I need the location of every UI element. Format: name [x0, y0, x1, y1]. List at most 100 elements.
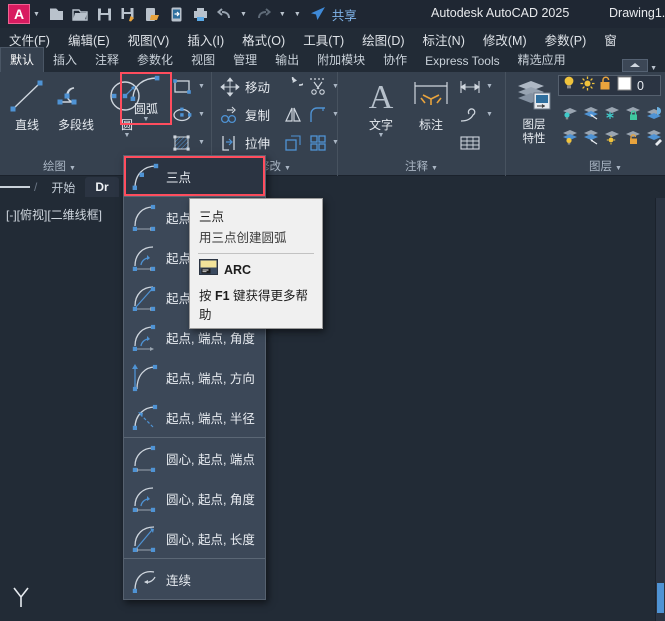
- layer-properties-button[interactable]: 图层 特性: [510, 74, 558, 146]
- text-dropdown-caret-icon[interactable]: ▼: [358, 132, 404, 139]
- layer-panel-title[interactable]: 图层▼: [526, 158, 665, 174]
- stretch-button[interactable]: 拉伸: [216, 130, 272, 155]
- drawing-canvas[interactable]: [-][俯视][二维线框]: [0, 198, 665, 621]
- layer-unlock-all-button[interactable]: [621, 124, 642, 149]
- text-button[interactable]: A 文字 ▼: [358, 74, 404, 139]
- ellipse-dropdown-caret-icon[interactable]: ▼: [198, 111, 205, 118]
- share-label[interactable]: 共享: [332, 5, 357, 24]
- layer-color-swatch[interactable]: [617, 76, 632, 96]
- save-as-icon[interactable]: [118, 3, 140, 25]
- layer-unlock-all-icon: [623, 128, 643, 146]
- polyline-button[interactable]: 多段线: [50, 74, 102, 132]
- tab-insert[interactable]: 插入: [44, 48, 86, 72]
- array-button[interactable]: ▼: [306, 130, 336, 155]
- mirror-button[interactable]: [280, 102, 306, 127]
- minimize-ribbon-caret-icon[interactable]: ▼: [650, 65, 657, 72]
- tab-home[interactable]: 默认: [0, 47, 44, 72]
- canvas-scrollbar[interactable]: [655, 198, 665, 621]
- open-drawing-icon[interactable]: [70, 3, 92, 25]
- menu-dimension[interactable]: 标注(N): [414, 28, 474, 51]
- tab-output[interactable]: 输出: [266, 48, 308, 72]
- dimension-style-caret-icon[interactable]: ▼: [486, 83, 493, 90]
- minimize-ribbon-button[interactable]: [622, 59, 648, 72]
- scale-button[interactable]: [280, 130, 306, 155]
- tab-annotate[interactable]: 注释: [86, 48, 128, 72]
- menu-window[interactable]: 窗: [595, 28, 626, 51]
- layer-freeze-button[interactable]: [600, 100, 621, 125]
- table-button[interactable]: [456, 130, 502, 155]
- file-tab-menu-button[interactable]: [0, 185, 30, 190]
- hatch-button[interactable]: ▼: [168, 130, 210, 155]
- annotation-panel-title[interactable]: 注释▼: [338, 158, 505, 174]
- layer-freeze-icon: [602, 104, 622, 122]
- layer-isolate-button[interactable]: [558, 100, 579, 125]
- file-tab-drawing1[interactable]: Dr: [85, 177, 118, 197]
- layer-on-icon[interactable]: [562, 75, 576, 96]
- fillet-button[interactable]: ▼: [306, 102, 336, 127]
- undo-caret-icon[interactable]: ▼: [240, 11, 247, 18]
- undo-icon[interactable]: [214, 3, 236, 25]
- modify-panel-expand-icon[interactable]: ▼: [284, 165, 291, 172]
- tab-view[interactable]: 视图: [182, 48, 224, 72]
- share-icon[interactable]: [307, 3, 329, 25]
- tab-addins[interactable]: 附加模块: [308, 48, 374, 72]
- dimension-button[interactable]: 标注: [408, 74, 454, 132]
- layer-panel-expand-icon[interactable]: ▼: [615, 165, 622, 172]
- plot-icon[interactable]: [190, 3, 212, 25]
- layer-unlock-icon[interactable]: [599, 76, 612, 96]
- arc-menu-item-center-start-angle[interactable]: 圆心, 起点, 角度: [124, 478, 265, 518]
- canvas-scrollbar-thumb[interactable]: [657, 583, 664, 613]
- hatch-dropdown-caret-icon[interactable]: ▼: [198, 139, 205, 146]
- arc-menu-item-3point[interactable]: 三点: [124, 156, 265, 196]
- line-button[interactable]: 直线: [4, 74, 50, 132]
- layer-off-button[interactable]: [600, 124, 621, 149]
- annotation-panel-expand-icon[interactable]: ▼: [431, 165, 438, 172]
- tab-collaborate[interactable]: 协作: [374, 48, 416, 72]
- tab-express-tools[interactable]: Express Tools: [416, 51, 508, 72]
- application-menu-caret-icon[interactable]: ▼: [33, 11, 40, 18]
- layer-selector[interactable]: 0: [558, 75, 661, 96]
- save-icon[interactable]: [94, 3, 116, 25]
- rotate-button[interactable]: [280, 74, 306, 99]
- tab-parametric[interactable]: 参数化: [128, 48, 182, 72]
- qat-customize-icon[interactable]: ▼: [294, 11, 301, 18]
- redo-caret-icon[interactable]: ▼: [279, 11, 286, 18]
- arc-menu-item-start-end-radius[interactable]: 起点, 端点, 半径: [124, 397, 265, 437]
- tab-manage[interactable]: 管理: [224, 48, 266, 72]
- leader-caret-icon[interactable]: ▼: [486, 111, 493, 118]
- rectangle-button[interactable]: ▼: [168, 74, 210, 99]
- arc-menu-item-continue[interactable]: 连续: [124, 559, 265, 599]
- layer-lock-button[interactable]: [621, 100, 642, 125]
- circle-dropdown-caret-icon[interactable]: ▼: [104, 132, 150, 139]
- layer-thaw-all-button[interactable]: [579, 124, 600, 149]
- file-tab-start[interactable]: 开始: [41, 176, 85, 199]
- leader-button[interactable]: ▼: [456, 102, 502, 127]
- trim-button[interactable]: ▼: [306, 74, 336, 99]
- arc-menu-item-center-start-end[interactable]: 圆心, 起点, 端点: [124, 438, 265, 478]
- redo-icon[interactable]: [253, 3, 275, 25]
- rectangle-dropdown-caret-icon[interactable]: ▼: [198, 83, 205, 90]
- arc-menu-item-start-end-direction[interactable]: 起点, 端点, 方向: [124, 357, 265, 397]
- layer-on-all-button[interactable]: [558, 124, 579, 149]
- layer-lock-icon: [623, 104, 643, 122]
- viewport-controls-label[interactable]: [-][俯视][二维线框]: [6, 206, 102, 223]
- layer-make-current-button[interactable]: [642, 100, 663, 125]
- dimension-style-button[interactable]: ▼: [456, 74, 502, 99]
- move-button[interactable]: 移动: [216, 74, 272, 99]
- application-menu-button[interactable]: A: [8, 4, 30, 24]
- save-to-web-icon[interactable]: [166, 3, 188, 25]
- layer-unisolate-button[interactable]: [579, 100, 600, 125]
- arc-button[interactable]: 圆弧 ▼: [122, 74, 170, 123]
- copy-button[interactable]: 复制: [216, 102, 272, 127]
- open-from-web-icon[interactable]: [142, 3, 164, 25]
- layer-unisolate-icon: [581, 104, 601, 122]
- arc-menu-item-center-start-length[interactable]: 圆心, 起点, 长度: [124, 518, 265, 558]
- draw-panel-expand-icon[interactable]: ▼: [69, 165, 76, 172]
- ellipse-button[interactable]: ▼: [168, 102, 210, 127]
- arc-dropdown-caret-icon[interactable]: ▼: [122, 116, 170, 123]
- tab-featured-apps[interactable]: 精选应用: [509, 48, 575, 72]
- new-drawing-icon[interactable]: [46, 3, 68, 25]
- title-bar: A ▼ ▼ ▼ ▼: [0, 0, 665, 28]
- layer-thaw-icon[interactable]: [580, 76, 595, 96]
- layer-match-button[interactable]: [642, 124, 663, 149]
